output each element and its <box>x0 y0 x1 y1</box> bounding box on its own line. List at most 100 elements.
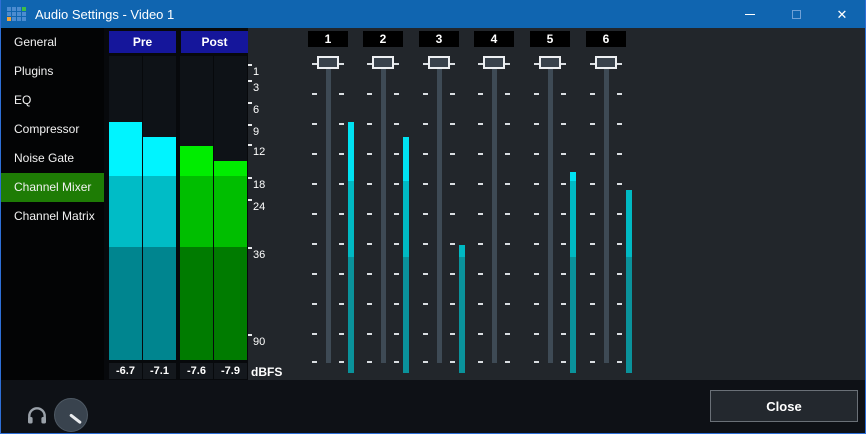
slider-tick <box>590 93 595 95</box>
channel-1-slider-handle[interactable] <box>317 56 339 69</box>
sidebar-item-compressor[interactable]: Compressor <box>1 115 104 144</box>
logo-square <box>22 7 26 11</box>
slider-tick <box>590 153 595 155</box>
channel-3-label: 3 <box>419 31 459 47</box>
logo-square <box>17 12 21 16</box>
slider-tick <box>478 213 483 215</box>
channel-5-level-meter <box>570 257 576 373</box>
channel-5-level-meter <box>570 181 576 257</box>
slider-tick <box>505 153 510 155</box>
channel-1-level-meter <box>348 181 354 257</box>
slider-tick <box>478 333 483 335</box>
db-scale-tick-12: 12 <box>248 143 265 158</box>
channel-2-slider-handle[interactable] <box>372 56 394 69</box>
channel-6-slider-track[interactable] <box>604 57 609 363</box>
post-meter-left <box>180 56 213 360</box>
channel-4-label: 4 <box>474 31 514 47</box>
slider-tick <box>339 213 344 215</box>
slider-tick <box>617 183 622 185</box>
channel-5-slider-handle[interactable] <box>539 56 561 69</box>
sidebar-item-general[interactable]: General <box>1 28 104 57</box>
slider-tick <box>534 361 539 363</box>
maximize-icon <box>792 10 801 19</box>
slider-tick <box>590 123 595 125</box>
slider-tick <box>505 243 510 245</box>
pre-meter-header: Pre <box>109 31 176 53</box>
slider-tick <box>590 361 595 363</box>
db-scale-tick-1: 1 <box>248 63 259 78</box>
db-scale-label: 90 <box>253 336 265 348</box>
maximize-button[interactable] <box>773 0 819 28</box>
close-window-button[interactable]: ✕ <box>819 0 865 28</box>
post-meter-right <box>214 56 247 360</box>
channel-6-level-meter <box>626 257 632 373</box>
sidebar-item-channel-mixer[interactable]: Channel Mixer <box>1 173 104 202</box>
headphones-icon[interactable] <box>27 406 47 431</box>
dbfs-unit-label: dBFS <box>251 365 282 379</box>
slider-tick <box>423 243 428 245</box>
slider-tick <box>478 123 483 125</box>
slider-tick <box>367 93 372 95</box>
sidebar-item-channel-matrix[interactable]: Channel Matrix <box>1 202 104 231</box>
sidebar-item-plugins[interactable]: Plugins <box>1 57 104 86</box>
meter-level-segment <box>109 122 142 176</box>
post-meter-header: Post <box>181 31 248 53</box>
channel-1-level-meter <box>348 122 354 181</box>
sidebar-item-noise-gate[interactable]: Noise Gate <box>1 144 104 173</box>
slider-tick <box>423 303 428 305</box>
channel-3-slider-track[interactable] <box>437 57 442 363</box>
channel-2-slider-track[interactable] <box>381 57 386 363</box>
logo-square <box>17 7 21 11</box>
channel-4-slider-handle[interactable] <box>483 56 505 69</box>
channel-1-slider-track[interactable] <box>326 57 331 363</box>
slider-tick <box>561 183 566 185</box>
slider-tick <box>367 243 372 245</box>
channel-1-label: 1 <box>308 31 348 47</box>
db-scale-label: 12 <box>253 146 265 158</box>
channel-6-level-meter <box>626 190 632 257</box>
slider-tick <box>423 213 428 215</box>
meter-level-segment <box>180 176 213 247</box>
channel-3-slider-handle[interactable] <box>428 56 450 69</box>
slider-tick <box>339 243 344 245</box>
slider-tick <box>339 273 344 275</box>
headphone-volume-knob[interactable] <box>54 398 88 432</box>
channel-6-slider-handle[interactable] <box>595 56 617 69</box>
slider-tick <box>339 93 344 95</box>
db-scale-tick-9: 9 <box>248 123 259 138</box>
slider-tick <box>312 361 317 363</box>
tick-mark <box>248 80 252 82</box>
slider-tick <box>312 123 317 125</box>
db-scale-tick-90: 90 <box>248 333 265 348</box>
close-button[interactable]: Close <box>710 390 858 422</box>
slider-tick <box>312 153 317 155</box>
channel-5-slider-track[interactable] <box>548 57 553 363</box>
sidebar-item-eq[interactable]: EQ <box>1 86 104 115</box>
slider-tick <box>394 183 399 185</box>
meter-level-segment <box>143 137 176 176</box>
slider-tick <box>534 333 539 335</box>
slider-tick <box>423 361 428 363</box>
slider-tick <box>423 123 428 125</box>
tick-mark <box>248 177 252 179</box>
slider-tick <box>312 303 317 305</box>
logo-square <box>7 17 11 21</box>
slider-tick <box>478 303 483 305</box>
slider-tick <box>590 273 595 275</box>
db-scale-label: 24 <box>253 201 265 213</box>
channel-5-level-meter <box>570 172 576 181</box>
tick-mark <box>248 334 252 336</box>
slider-tick <box>534 213 539 215</box>
minimize-button[interactable] <box>727 0 773 28</box>
slider-tick <box>450 243 455 245</box>
slider-tick <box>450 303 455 305</box>
db-scale-label: 3 <box>253 82 259 94</box>
slider-tick <box>450 361 455 363</box>
channel-4-slider-track[interactable] <box>492 57 497 363</box>
channel-2-label: 2 <box>363 31 403 47</box>
slider-tick <box>450 93 455 95</box>
slider-tick <box>339 153 344 155</box>
slider-tick <box>450 333 455 335</box>
slider-tick <box>450 63 455 65</box>
slider-tick <box>394 93 399 95</box>
